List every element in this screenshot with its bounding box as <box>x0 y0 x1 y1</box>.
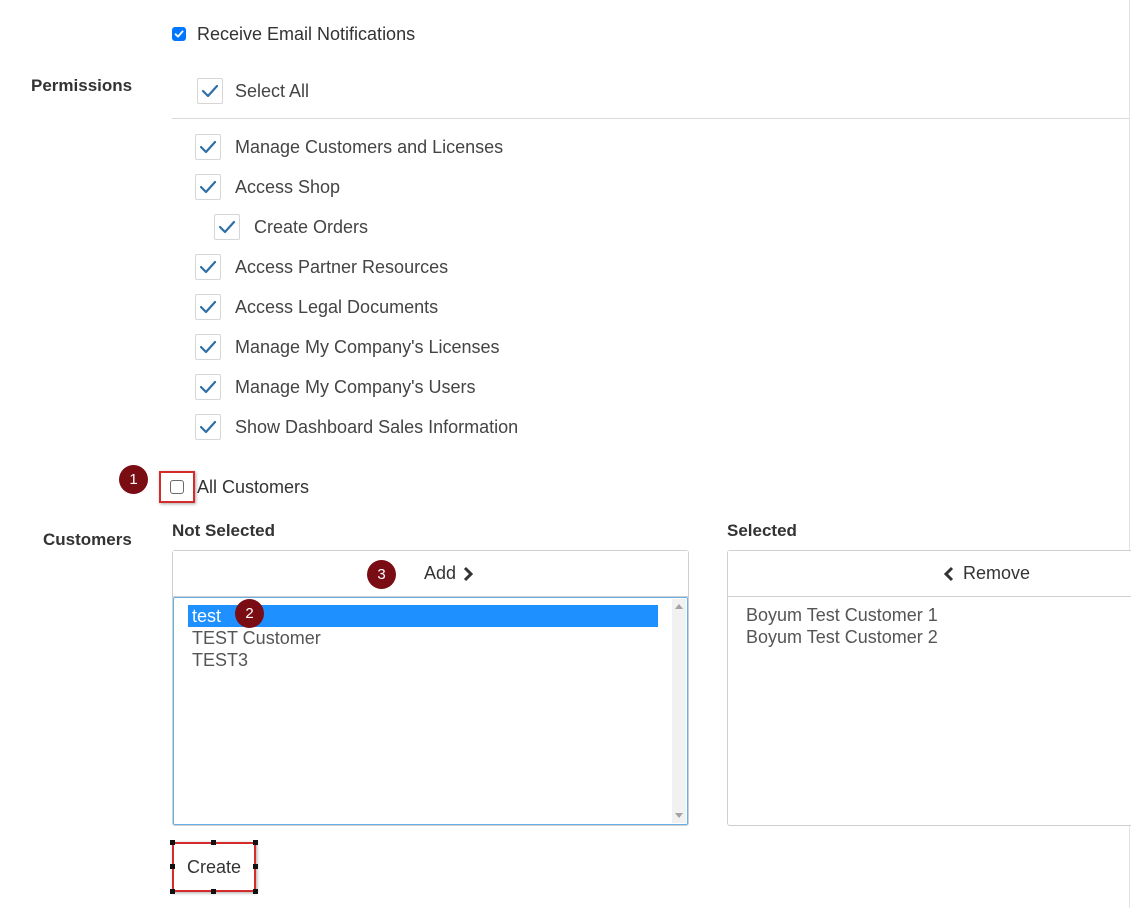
list-item[interactable]: TEST3 <box>188 649 658 671</box>
list-item[interactable]: TEST Customer <box>188 627 658 649</box>
check-icon <box>199 300 217 314</box>
resize-handle <box>170 889 175 894</box>
resize-handle <box>253 864 258 869</box>
permission-label: Access Shop <box>235 176 341 197</box>
permission-item-partner-resources[interactable]: Access Partner Resources <box>195 252 448 282</box>
permission-checkbox[interactable] <box>195 414 221 440</box>
permission-checkbox[interactable] <box>195 174 221 200</box>
receive-email-checkbox[interactable] <box>172 27 186 41</box>
step-1-badge: 1 <box>119 465 148 494</box>
permissions-label: Permissions <box>31 76 133 95</box>
listbox-scrollbar[interactable] <box>672 599 686 823</box>
select-all-label: Select All <box>235 80 310 101</box>
selected-listbox[interactable]: Boyum Test Customer 1 Boyum Test Custome… <box>742 604 938 648</box>
list-item[interactable]: Boyum Test Customer 2 <box>742 626 938 648</box>
scroll-down-arrow-icon[interactable] <box>675 813 683 818</box>
selected-header: Selected <box>727 521 797 540</box>
permission-label: Manage My Company's Licenses <box>235 336 500 357</box>
permission-checkbox[interactable] <box>195 334 221 360</box>
all-customers-highlight[interactable] <box>159 471 195 503</box>
permission-label: Show Dashboard Sales Information <box>235 416 519 437</box>
permission-label: Create Orders <box>254 216 369 237</box>
permission-checkbox[interactable] <box>195 254 221 280</box>
permissions-divider <box>172 118 1129 119</box>
remove-button[interactable]: Remove <box>728 551 1131 597</box>
add-button-label: Add <box>423 563 457 583</box>
permission-label: Access Partner Resources <box>235 256 449 277</box>
resize-handle <box>211 889 216 894</box>
not-selected-header: Not Selected <box>172 521 275 540</box>
remove-button-label: Remove <box>963 563 1031 583</box>
resize-handle <box>253 889 258 894</box>
receive-email-label: Receive Email Notifications <box>197 23 416 44</box>
permission-item-legal-documents[interactable]: Access Legal Documents <box>195 292 438 322</box>
check-icon <box>199 260 217 274</box>
permission-item-create-orders[interactable]: Create Orders <box>214 212 368 242</box>
permission-item-dashboard-sales[interactable]: Show Dashboard Sales Information <box>195 412 518 442</box>
permission-checkbox[interactable] <box>195 134 221 160</box>
check-icon <box>199 340 217 354</box>
check-icon <box>199 420 217 434</box>
resize-handle <box>211 840 216 845</box>
all-customers-row[interactable]: All Customers <box>159 471 309 503</box>
chevron-right-icon <box>463 566 474 581</box>
select-all-checkbox[interactable] <box>197 78 223 104</box>
check-icon <box>218 220 236 234</box>
permission-checkbox[interactable] <box>195 374 221 400</box>
check-icon <box>174 30 184 38</box>
check-icon <box>199 180 217 194</box>
check-icon <box>199 380 217 394</box>
create-button[interactable]: Create <box>170 840 258 894</box>
permission-label: Manage Customers and Licenses <box>235 136 504 157</box>
permission-checkbox[interactable] <box>214 214 240 240</box>
customers-label: Customers <box>43 530 132 549</box>
not-selected-panel: Add test TEST Customer TEST3 <box>172 550 689 826</box>
all-customers-checkbox[interactable] <box>170 480 184 494</box>
permission-item-manage-customers[interactable]: Manage Customers and Licenses <box>195 132 503 162</box>
select-all-option[interactable]: Select All <box>197 76 309 106</box>
resize-handle <box>253 840 258 845</box>
check-icon <box>199 140 217 154</box>
permission-item-access-shop[interactable]: Access Shop <box>195 172 340 202</box>
resize-handle <box>170 840 175 845</box>
step-3-badge: 3 <box>367 560 396 589</box>
all-customers-label: All Customers <box>197 476 310 497</box>
resize-handle <box>170 864 175 869</box>
receive-email-row[interactable]: Receive Email Notifications <box>172 22 415 46</box>
scroll-up-arrow-icon[interactable] <box>675 604 683 609</box>
create-button-label: Create <box>186 856 242 877</box>
selected-panel: Remove Boyum Test Customer 1 Boyum Test … <box>727 550 1131 826</box>
check-icon <box>201 84 219 98</box>
permission-label: Access Legal Documents <box>235 296 439 317</box>
chevron-left-icon <box>943 566 954 581</box>
permission-checkbox[interactable] <box>195 294 221 320</box>
list-item[interactable]: Boyum Test Customer 1 <box>742 604 938 626</box>
permission-label: Manage My Company's Users <box>235 376 476 397</box>
add-button[interactable]: Add <box>173 551 688 597</box>
permission-item-company-licenses[interactable]: Manage My Company's Licenses <box>195 332 500 362</box>
not-selected-listbox[interactable]: test TEST Customer TEST3 <box>173 597 688 825</box>
step-2-badge: 2 <box>235 599 264 628</box>
permission-item-company-users[interactable]: Manage My Company's Users <box>195 372 476 402</box>
